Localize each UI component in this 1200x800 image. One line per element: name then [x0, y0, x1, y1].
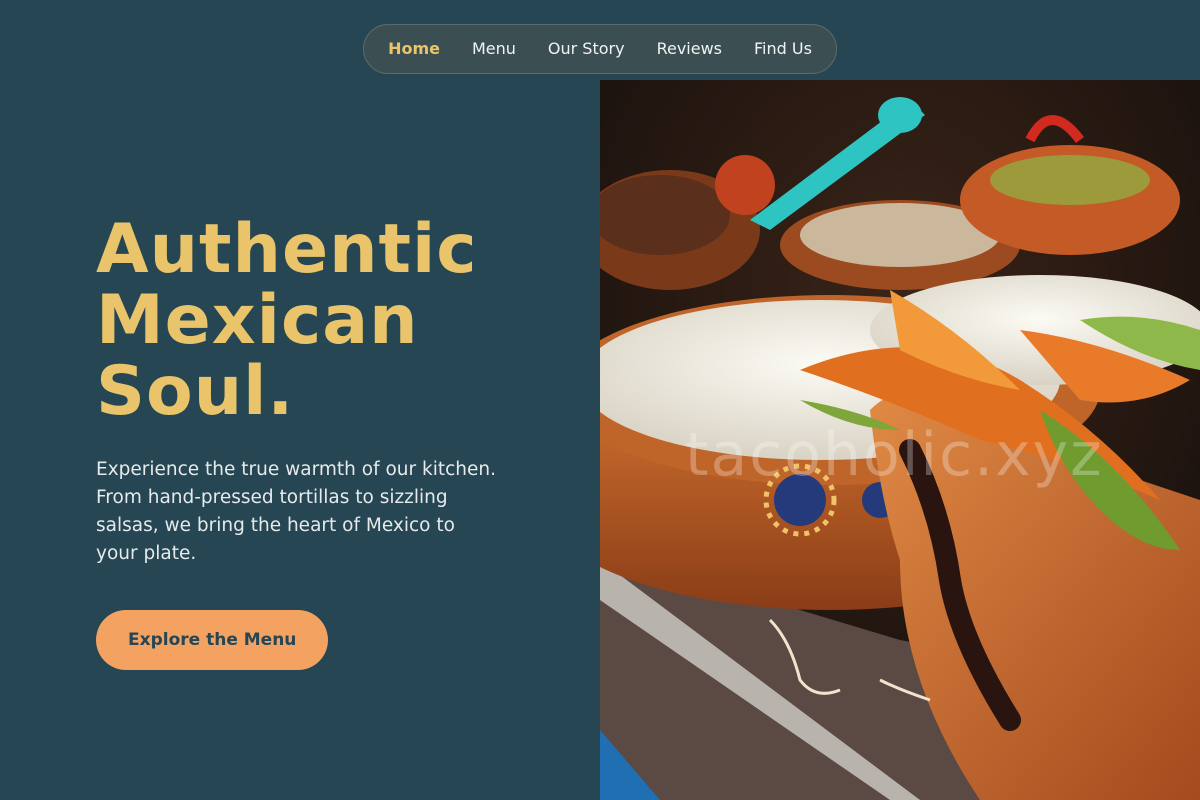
- hero-food-photo: tacoholic.xyz: [600, 80, 1200, 800]
- main-nav: Home Menu Our Story Reviews Find Us: [363, 24, 837, 74]
- hero-title-line: Authentic: [96, 210, 478, 289]
- food-illustration: [600, 80, 1200, 800]
- nav-link-reviews[interactable]: Reviews: [641, 24, 738, 74]
- nav-link-home[interactable]: Home: [372, 24, 456, 74]
- explore-menu-button[interactable]: Explore the Menu: [96, 610, 329, 670]
- nav-link-find-us[interactable]: Find Us: [738, 24, 828, 74]
- nav-link-our-story[interactable]: Our Story: [532, 24, 641, 74]
- hero-section: Authentic Mexican Soul. Experience the t…: [96, 214, 526, 670]
- hero-title-line: Mexican: [96, 281, 419, 360]
- hero-title-line: Soul.: [96, 352, 295, 431]
- hero-description: Experience the true warmth of our kitche…: [96, 459, 496, 564]
- hero-title: Authentic Mexican Soul.: [96, 214, 526, 427]
- nav-link-menu[interactable]: Menu: [456, 24, 532, 74]
